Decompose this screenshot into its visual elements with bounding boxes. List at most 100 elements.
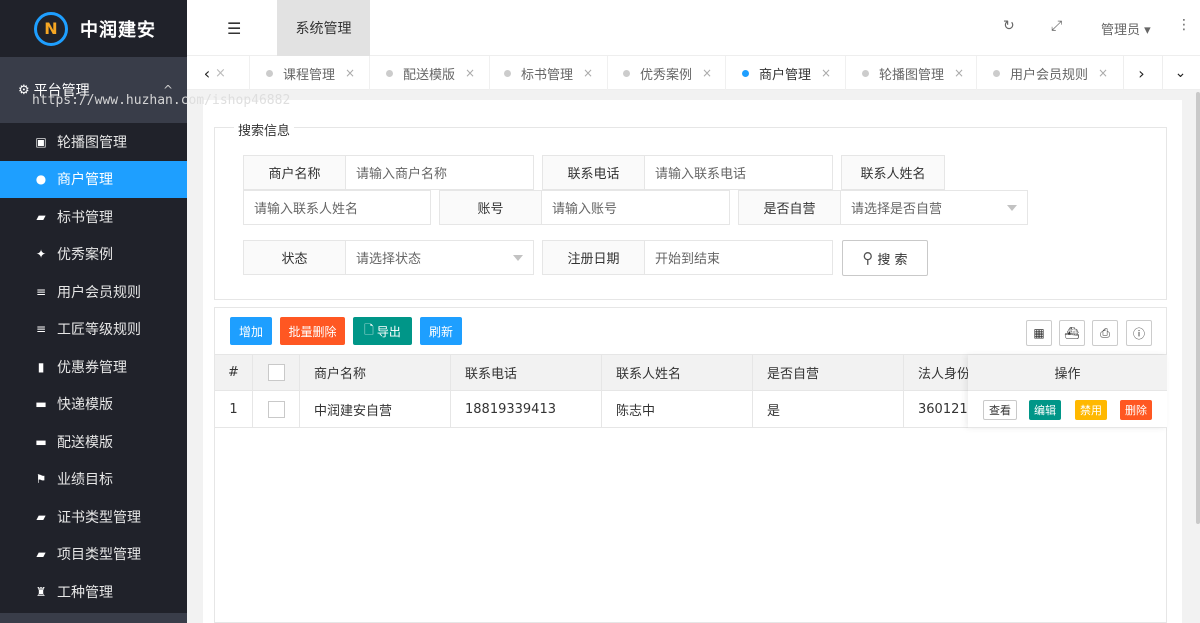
menu-toggle-icon[interactable]: ☰	[227, 19, 241, 38]
tab-delivery[interactable]: 配送模版 ×	[369, 56, 487, 90]
close-icon[interactable]: ×	[1098, 66, 1108, 80]
nav-group-platform[interactable]: ⚙ 平台管理 ^	[0, 57, 187, 123]
col-operations: 操作	[968, 355, 1167, 391]
close-icon[interactable]: ×	[821, 66, 831, 80]
scrollbar[interactable]	[1196, 92, 1200, 524]
info-icon[interactable]: ⓘ	[1126, 320, 1152, 346]
status-select[interactable]: 请选择状态	[345, 240, 534, 275]
export-button[interactable]: 🗋 导出	[353, 317, 412, 345]
col-phone[interactable]: 联系电话	[451, 355, 602, 390]
tab-dot	[386, 69, 393, 77]
nav-item-bid[interactable]: ▰ 标书管理	[0, 198, 187, 236]
row-contact: 陈志中	[602, 391, 753, 427]
admin-menu[interactable]: 管理员 ▾	[1101, 19, 1151, 38]
tab-dot	[862, 69, 869, 77]
phone-input[interactable]: 请输入联系电话	[644, 155, 833, 190]
nav-item-work-types[interactable]: ♜ 工种管理	[0, 573, 187, 611]
export-icon[interactable]: ⛴	[1059, 320, 1085, 346]
close-icon[interactable]: ×	[345, 66, 355, 80]
disable-button[interactable]: 禁用	[1075, 400, 1107, 420]
close-icon[interactable]: ×	[215, 66, 226, 81]
tab-merchant[interactable]: 商户管理 ×	[725, 56, 845, 90]
row-checkbox[interactable]	[267, 400, 285, 418]
tab-cases[interactable]: 优秀案例 ×	[607, 56, 725, 90]
delete-button[interactable]: 删除	[1120, 400, 1152, 420]
tab-course[interactable]: 课程管理 ×	[249, 56, 367, 90]
print-icon[interactable]: ⎙	[1092, 320, 1118, 346]
nav-item-coupon[interactable]: ▮ 优惠券管理	[0, 348, 187, 386]
logo[interactable]: N 中润建安	[0, 0, 187, 57]
nav-item-merchant[interactable]: ● 商户管理	[0, 160, 187, 198]
more-icon[interactable]: ⋮	[1177, 17, 1191, 33]
select-all-checkbox[interactable]	[267, 364, 285, 381]
nav-item-delivery[interactable]: ▬ 配送模版	[0, 423, 187, 461]
nav-item-craftsman-rules[interactable]: ≡ 工匠等级规则	[0, 310, 187, 348]
contact-input[interactable]: 请输入联系人姓名	[243, 190, 431, 225]
nav-item-label: 配送模版	[57, 434, 113, 451]
search-button[interactable]: ⚲ 搜 索	[842, 240, 928, 276]
col-merchant-name[interactable]: 商户名称	[300, 355, 451, 390]
search-icon: ⚲	[862, 249, 874, 267]
book-icon: ▰	[36, 547, 46, 562]
nav-item-targets[interactable]: ⚑ 业绩目标	[0, 460, 187, 498]
col-contact[interactable]: 联系人姓名	[602, 355, 753, 390]
nav-item-label: 工匠等级规则	[57, 322, 141, 339]
search-fieldset: 搜索信息 商户名称 请输入商户名称 联系电话 请输入联系电话 联系人姓名 请输入…	[214, 120, 1167, 300]
row-id-card: 3601211	[918, 401, 974, 417]
row-select	[253, 391, 300, 427]
view-button[interactable]: 查看	[983, 400, 1017, 420]
worker-icon: ♜	[35, 584, 47, 599]
nav-item-label: 优惠券管理	[57, 359, 127, 376]
tab-label: 轮播图管理	[879, 67, 945, 83]
file-icon: 🗋	[364, 322, 374, 337]
add-button[interactable]: 增加	[230, 317, 272, 345]
logo-text: 中润建安	[80, 19, 156, 41]
nav-item-carousel[interactable]: ▣ 轮播图管理	[0, 123, 187, 161]
truck-icon: ▬	[35, 397, 47, 412]
col-id-card[interactable]: 法人身份	[904, 355, 974, 390]
date-range-input[interactable]: 开始到结束	[644, 240, 833, 275]
account-input[interactable]: 请输入账号	[541, 190, 730, 225]
columns-icon[interactable]: ▦	[1026, 320, 1052, 346]
tab-dot	[742, 69, 749, 77]
close-icon[interactable]: ×	[465, 66, 475, 80]
contact-label: 联系人姓名	[841, 155, 945, 190]
self-run-select[interactable]: 请选择是否自营	[840, 190, 1028, 225]
image-icon: ▣	[35, 134, 47, 149]
close-icon[interactable]: ×	[583, 66, 593, 80]
chevron-down-icon: ⌄	[1174, 65, 1187, 81]
flag-icon: ⚑	[35, 472, 47, 487]
row-self-run: 是	[753, 391, 904, 427]
row-phone: 18819339413	[451, 391, 602, 427]
tab-system-management[interactable]: 系统管理	[277, 0, 370, 56]
tab-strip: ‹ × 课程管理 × 配送模版 × 标书管理 × 优秀案例 × 商户管理 × 轮播图管理 × …	[187, 56, 1200, 90]
tab-next-button[interactable]: ›	[1123, 56, 1159, 90]
nav-item-project-types[interactable]: ▰ 项目类型管理	[0, 535, 187, 573]
tab-bid[interactable]: 标书管理 ×	[489, 56, 607, 90]
nav-item-cases[interactable]: ✦ 优秀案例	[0, 235, 187, 273]
col-index: #	[215, 355, 253, 390]
nav-item-label: 轮播图管理	[57, 134, 127, 151]
batch-delete-button[interactable]: 批量删除	[280, 317, 345, 345]
merchant-name-label: 商户名称	[243, 155, 346, 190]
nav-item-member-rules[interactable]: ≡ 用户会员规则	[0, 273, 187, 311]
nav-item-express[interactable]: ▬ 快递模版	[0, 385, 187, 423]
close-icon[interactable]: ×	[702, 66, 712, 80]
tab-dropdown-button[interactable]: ⌄	[1162, 56, 1198, 90]
merchant-name-input[interactable]: 请输入商户名称	[345, 155, 534, 190]
nav-item-label: 工种管理	[57, 584, 113, 601]
fullscreen-icon[interactable]: ⤢	[1051, 18, 1062, 34]
nav-item-cert-types[interactable]: ▰ 证书类型管理	[0, 498, 187, 536]
close-icon[interactable]: ×	[954, 66, 964, 80]
main-content: 搜索信息 商户名称 请输入商户名称 联系电话 请输入联系电话 联系人姓名 请输入…	[203, 100, 1182, 623]
tab-member-rules[interactable]: 用户会员规则 ×	[976, 56, 1123, 90]
col-self-run[interactable]: 是否自营	[753, 355, 904, 390]
search-button-label: 搜 索	[877, 252, 908, 268]
nav-item-label: 标书管理	[57, 209, 113, 226]
tab-carousel[interactable]: 轮播图管理 ×	[845, 56, 976, 90]
refresh-icon[interactable]: ↻	[1003, 18, 1015, 34]
edit-button[interactable]: 编辑	[1029, 400, 1061, 420]
tab-prev-button[interactable]: ‹ ×	[187, 56, 227, 90]
refresh-button[interactable]: 刷新	[420, 317, 462, 345]
tab-dot	[623, 69, 630, 77]
